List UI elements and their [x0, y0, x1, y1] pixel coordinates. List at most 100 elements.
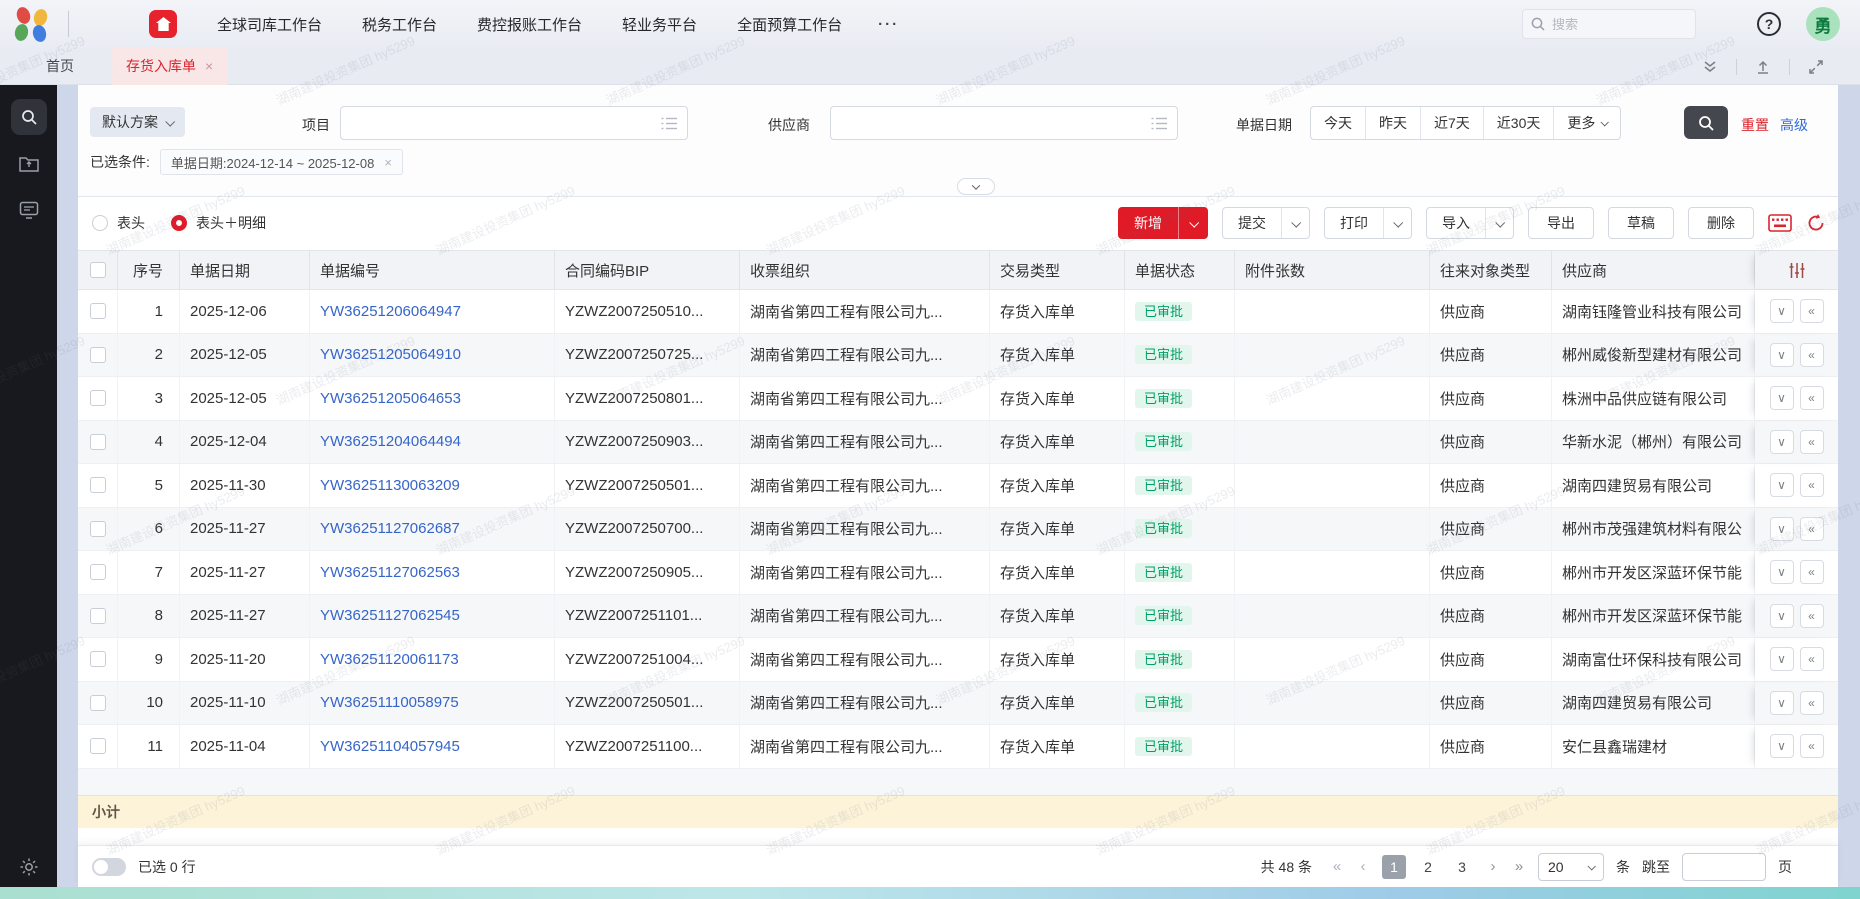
row-expand-icon[interactable]: ∨ — [1770, 386, 1794, 410]
row-expand-icon[interactable]: ∨ — [1770, 604, 1794, 628]
import-button[interactable]: 导入 — [1427, 208, 1485, 238]
row-expand-icon[interactable]: ∨ — [1770, 647, 1794, 671]
header-cell-7[interactable]: 单据状态 — [1125, 251, 1235, 289]
help-icon[interactable]: ? — [1757, 12, 1781, 36]
doc-number-link[interactable]: YW36251205064910 — [310, 334, 555, 377]
page-size-select[interactable]: 20 — [1538, 853, 1604, 881]
doc-number-link[interactable]: YW36251206064947 — [310, 290, 555, 333]
reference-list-icon[interactable] — [1151, 117, 1167, 130]
header-cell-2[interactable]: 单据日期 — [180, 251, 310, 289]
doc-number-link[interactable]: YW36251204064494 — [310, 421, 555, 464]
row-expand-icon[interactable]: ∨ — [1770, 691, 1794, 715]
refresh-icon[interactable] — [1806, 213, 1826, 233]
row-checkbox[interactable] — [90, 390, 106, 406]
reference-list-icon[interactable] — [661, 117, 677, 130]
row-collapse-left-icon[interactable]: « — [1800, 691, 1824, 715]
export-button[interactable]: 导出 — [1528, 207, 1594, 239]
search-button[interactable] — [1684, 106, 1728, 139]
row-collapse-left-icon[interactable]: « — [1800, 299, 1824, 323]
row-collapse-left-icon[interactable]: « — [1800, 560, 1824, 584]
date-quick-1[interactable]: 今天 — [1311, 107, 1366, 139]
project-input[interactable] — [341, 115, 661, 131]
row-checkbox[interactable] — [90, 477, 106, 493]
nav-item-4[interactable]: 轻业务平台 — [622, 14, 697, 35]
row-collapse-left-icon[interactable]: « — [1800, 647, 1824, 671]
doc-number-link[interactable]: YW36251205064653 — [310, 377, 555, 420]
import-dropdown-button[interactable] — [1485, 208, 1513, 238]
upload-icon[interactable] — [1737, 60, 1789, 74]
table-row[interactable]: 32025-12-05YW36251205064653YZWZ200725080… — [78, 377, 1838, 421]
fullscreen-icon[interactable] — [1790, 60, 1842, 74]
date-quick-4[interactable]: 近30天 — [1484, 107, 1555, 139]
collapse-tabs-icon[interactable] — [1684, 61, 1736, 73]
row-expand-icon[interactable]: ∨ — [1770, 343, 1794, 367]
header-cell-5[interactable]: 收票组织 — [740, 251, 990, 289]
doc-number-link[interactable]: YW36251130063209 — [310, 464, 555, 507]
page-button-2[interactable]: 2 — [1416, 855, 1440, 879]
doc-number-link[interactable]: YW36251110058975 — [310, 682, 555, 725]
tag-close-icon[interactable]: × — [384, 155, 392, 170]
column-settings-icon[interactable] — [1789, 263, 1805, 278]
row-expand-icon[interactable]: ∨ — [1770, 473, 1794, 497]
table-row[interactable]: 52025-11-30YW36251130063209YZWZ200725050… — [78, 464, 1838, 508]
row-collapse-left-icon[interactable]: « — [1800, 343, 1824, 367]
page-button-3[interactable]: 3 — [1450, 855, 1474, 879]
global-search-input[interactable] — [1552, 17, 1672, 32]
sidebar-monitor-icon[interactable] — [11, 193, 47, 227]
row-expand-icon[interactable]: ∨ — [1770, 517, 1794, 541]
table-row[interactable]: 62025-11-27YW36251127062687YZWZ200725070… — [78, 508, 1838, 552]
table-row[interactable]: 42025-12-04YW36251204064494YZWZ200725090… — [78, 421, 1838, 465]
advanced-link[interactable]: 高级 — [1780, 115, 1808, 135]
nav-item-2[interactable]: 税务工作台 — [362, 14, 437, 35]
nav-more-button[interactable]: ··· — [878, 16, 899, 33]
row-expand-icon[interactable]: ∨ — [1770, 430, 1794, 454]
add-dropdown-button[interactable] — [1178, 207, 1208, 239]
home-icon[interactable] — [149, 10, 177, 38]
view-header-detail-radio[interactable]: 表头＋明细 — [171, 213, 266, 233]
header-cell-8[interactable]: 附件张数 — [1235, 251, 1430, 289]
global-search[interactable] — [1522, 9, 1696, 39]
date-quick-3[interactable]: 近7天 — [1421, 107, 1484, 139]
table-row[interactable]: 102025-11-10YW36251110058975YZWZ20072505… — [78, 682, 1838, 726]
doc-number-link[interactable]: YW36251127062545 — [310, 595, 555, 638]
first-page-icon[interactable]: « — [1330, 858, 1344, 875]
project-field[interactable] — [340, 106, 688, 140]
select-all-checkbox[interactable] — [90, 262, 106, 278]
table-row[interactable]: 112025-11-04YW36251104057945YZWZ20072511… — [78, 725, 1838, 769]
tab-inventory-inbound[interactable]: 存货入库单 × — [112, 48, 227, 85]
doc-number-link[interactable]: YW36251120061173 — [310, 638, 555, 681]
row-checkbox[interactable] — [90, 738, 106, 754]
header-cell-10[interactable]: 供应商 — [1552, 251, 1755, 289]
row-checkbox[interactable] — [90, 347, 106, 363]
draft-button[interactable]: 草稿 — [1608, 207, 1674, 239]
nav-item-5[interactable]: 全面预算工作台 — [737, 14, 842, 35]
add-button[interactable]: 新增 — [1118, 207, 1178, 239]
delete-button[interactable]: 删除 — [1688, 207, 1754, 239]
row-collapse-left-icon[interactable]: « — [1800, 604, 1824, 628]
header-cell-6[interactable]: 交易类型 — [990, 251, 1125, 289]
keyboard-shortcut-icon[interactable] — [1768, 214, 1792, 232]
selection-toggle[interactable] — [92, 858, 126, 876]
row-expand-icon[interactable]: ∨ — [1770, 299, 1794, 323]
reset-link[interactable]: 重置 — [1741, 115, 1769, 135]
nav-item-3[interactable]: 费控报账工作台 — [477, 14, 582, 35]
scheme-select[interactable]: 默认方案 — [90, 107, 185, 137]
row-checkbox[interactable] — [90, 651, 106, 667]
next-page-icon[interactable]: › — [1486, 858, 1500, 875]
date-quick-2[interactable]: 昨天 — [1366, 107, 1421, 139]
supplier-field[interactable] — [830, 106, 1178, 140]
radio-unchecked-icon[interactable] — [92, 215, 108, 231]
print-dropdown-button[interactable] — [1383, 208, 1411, 238]
header-cell-1[interactable]: 序号 — [118, 251, 180, 289]
row-collapse-left-icon[interactable]: « — [1800, 473, 1824, 497]
submit-button[interactable]: 提交 — [1223, 208, 1281, 238]
jump-page-input[interactable] — [1682, 853, 1766, 881]
settings-gear-icon[interactable] — [0, 857, 57, 877]
row-expand-icon[interactable]: ∨ — [1770, 560, 1794, 584]
table-row[interactable]: 12025-12-06YW36251206064947YZWZ200725051… — [78, 290, 1838, 334]
radio-checked-icon[interactable] — [171, 215, 187, 231]
table-row[interactable]: 72025-11-27YW36251127062563YZWZ200725090… — [78, 551, 1838, 595]
row-checkbox[interactable] — [90, 695, 106, 711]
collapse-filter-button[interactable] — [957, 178, 995, 195]
row-expand-icon[interactable]: ∨ — [1770, 734, 1794, 758]
